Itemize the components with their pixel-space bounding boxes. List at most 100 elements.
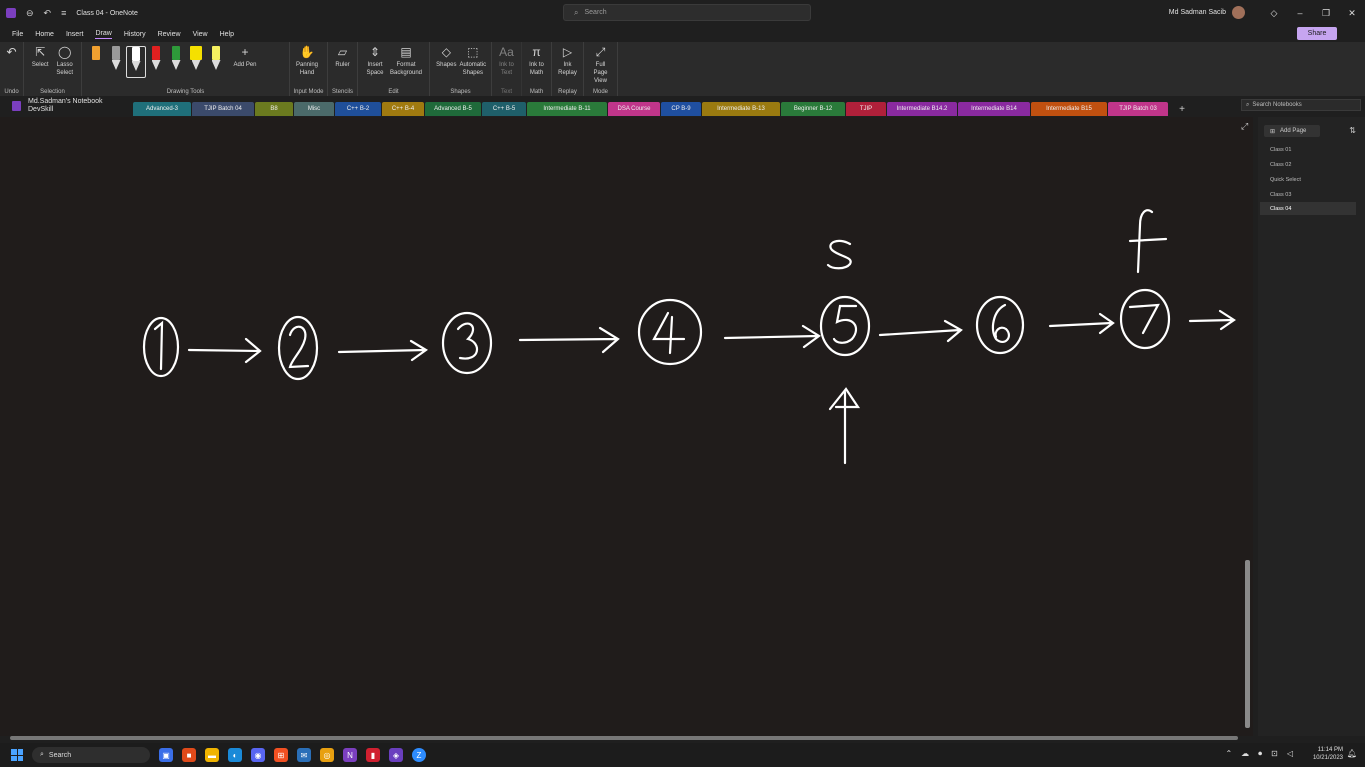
vertical-scrollbar[interactable]: [1245, 560, 1250, 728]
search-input[interactable]: ⌕ Search: [563, 4, 811, 21]
section-tab[interactable]: Beginner B-12: [781, 102, 845, 116]
menu-view[interactable]: View: [193, 31, 208, 38]
ink-to-text-label: Ink to Text: [499, 62, 514, 76]
ink-node-7: [1119, 288, 1171, 350]
section-tab[interactable]: TJIP Batch 03: [1108, 102, 1168, 116]
notebook-selector[interactable]: Md.Sadman's Notebook DevSkill: [28, 98, 103, 114]
menu-file[interactable]: File: [12, 31, 23, 38]
section-tab[interactable]: TJIP Batch 04: [192, 102, 254, 116]
page-canvas[interactable]: ⤢: [0, 117, 1253, 736]
start-icon[interactable]: [11, 749, 23, 761]
sort-icon[interactable]: ⇅: [1349, 126, 1356, 135]
full-screen-icon[interactable]: ⤢: [1241, 121, 1248, 132]
section-tab[interactable]: Misc: [294, 102, 334, 116]
undo-icon[interactable]: ↶: [44, 8, 52, 19]
section-tab[interactable]: Advanced B-5: [425, 102, 481, 116]
task-view-icon[interactable]: ▣: [159, 748, 173, 762]
clock[interactable]: 11:14 PM 10/21/2023: [1313, 746, 1343, 762]
mail-icon[interactable]: ✉: [297, 748, 311, 762]
edge-icon[interactable]: ◐: [228, 748, 242, 762]
auto-shapes-label: Automatic Shapes: [459, 62, 487, 76]
edit-label: Edit: [388, 89, 399, 95]
onenote-app-icon: [6, 8, 16, 18]
menu-review[interactable]: Review: [158, 31, 181, 38]
section-tab[interactable]: C++ B-4: [382, 102, 424, 116]
section-tab[interactable]: Intermediate B-11: [527, 102, 607, 116]
menu-insert[interactable]: Insert: [66, 31, 84, 38]
section-tab[interactable]: Intermediate B-13: [702, 102, 780, 116]
taskbar: ⌕ Search ▣ ■ ▬ ◐ ◉ ⊞ ✉ ◎ N ▮ ◈ Z: [0, 743, 1365, 767]
mic-icon[interactable]: ⏺: [1258, 749, 1262, 759]
user-account[interactable]: Md Sadman Sacib: [1169, 6, 1245, 19]
menu-draw[interactable]: Draw: [95, 30, 112, 39]
input-mode-label: Input Mode: [293, 89, 324, 95]
zoom-icon[interactable]: Z: [412, 748, 426, 762]
discord-icon[interactable]: ◉: [251, 748, 265, 762]
maximize-icon[interactable]: ❐: [1313, 8, 1339, 19]
stencils-label: Stencils: [331, 89, 353, 95]
taskbar-search[interactable]: ⌕ Search: [32, 747, 150, 763]
ink-arrow-5-6: [878, 319, 963, 343]
section-tab[interactable]: Intermediate B14: [958, 102, 1030, 116]
stencils-group: ▱ Ruler Stencils: [328, 42, 358, 96]
section-tab[interactable]: B8: [255, 102, 293, 116]
section-tab[interactable]: C++ B-5: [482, 102, 526, 116]
panning-label: Panning Hand: [295, 62, 319, 76]
microsoft-store-icon[interactable]: ⊞: [274, 748, 288, 762]
close-icon[interactable]: ✕: [1339, 8, 1365, 19]
page-item-active[interactable]: Class 04: [1260, 202, 1356, 215]
ink-label-f: [1128, 209, 1168, 274]
section-tab[interactable]: C++ B-2: [335, 102, 381, 116]
section-tab[interactable]: TJIP: [846, 102, 886, 116]
avatar[interactable]: [1232, 6, 1245, 19]
section-tab[interactable]: DSA Course: [608, 102, 660, 116]
app-icon[interactable]: ■: [182, 748, 196, 762]
network-icon[interactable]: ⊡: [1271, 749, 1278, 759]
drawing-tools-group: + Add Pen Drawing Tools: [82, 42, 290, 96]
ink-digit-2: [288, 325, 310, 369]
add-section-icon[interactable]: +: [1175, 102, 1189, 116]
onenote-icon[interactable]: N: [343, 748, 357, 762]
ink-arrow-2-3: [337, 339, 429, 362]
notebook-icon: [12, 101, 21, 111]
ink-node-3: [441, 311, 493, 375]
quick-access-icon[interactable]: ≡: [61, 8, 66, 18]
ink-arrow-1-2: [187, 337, 262, 364]
lasso-label: Lasso Select: [56, 62, 74, 76]
app-icon[interactable]: ▮: [366, 748, 380, 762]
notification-icon[interactable]: 🔔︎: [1347, 749, 1357, 758]
menu-home[interactable]: Home: [35, 31, 54, 38]
share-button[interactable]: Share: [1297, 27, 1337, 40]
minimize-icon[interactable]: –: [1287, 8, 1313, 18]
full-page-label: Full Page View: [593, 62, 608, 84]
play-icon: ▷: [562, 45, 573, 59]
search-notebooks-input[interactable]: ⌕ Search Notebooks: [1241, 99, 1361, 111]
page-item[interactable]: Class 01: [1260, 143, 1356, 156]
cloud-icon[interactable]: ☁: [1241, 749, 1249, 759]
volume-icon[interactable]: ◁: [1287, 749, 1293, 759]
menu-help[interactable]: Help: [220, 31, 234, 38]
premium-icon[interactable]: ◇: [1261, 8, 1287, 19]
section-tab[interactable]: CP B-9: [661, 102, 701, 116]
page-item[interactable]: Class 02: [1260, 158, 1356, 171]
page-item[interactable]: Quick Select: [1260, 173, 1356, 186]
back-icon[interactable]: ⊖: [26, 8, 34, 19]
add-page-button[interactable]: ⊞ Add Page: [1264, 125, 1320, 137]
file-explorer-icon[interactable]: ▬: [205, 748, 219, 762]
menu-history[interactable]: History: [124, 31, 146, 38]
shapes-group: ◇ Shapes ⬚ Automatic Shapes Shapes: [430, 42, 492, 96]
chrome-icon[interactable]: ◎: [320, 748, 334, 762]
ink-digit-7: [1128, 303, 1160, 335]
horizontal-scrollbar[interactable]: [10, 736, 1238, 740]
undo-group-label: Undo: [4, 89, 19, 95]
ink-drawing: [142, 209, 1236, 465]
section-tabs: Advanced-3 TJIP Batch 04 B8 Misc C++ B-2 C++ …: [133, 102, 1189, 116]
visual-studio-icon[interactable]: ◈: [389, 748, 403, 762]
page-item[interactable]: Class 03: [1260, 188, 1356, 201]
chevron-up-icon[interactable]: ⌃: [1225, 749, 1232, 759]
section-tab[interactable]: Intermediate B14.2: [887, 102, 957, 116]
pen-white-selected[interactable]: [126, 46, 146, 78]
window-title: Class 04 - OneNote: [76, 9, 138, 17]
section-tab[interactable]: Intermediate B15: [1031, 102, 1107, 116]
section-tab[interactable]: Advanced-3: [133, 102, 191, 116]
